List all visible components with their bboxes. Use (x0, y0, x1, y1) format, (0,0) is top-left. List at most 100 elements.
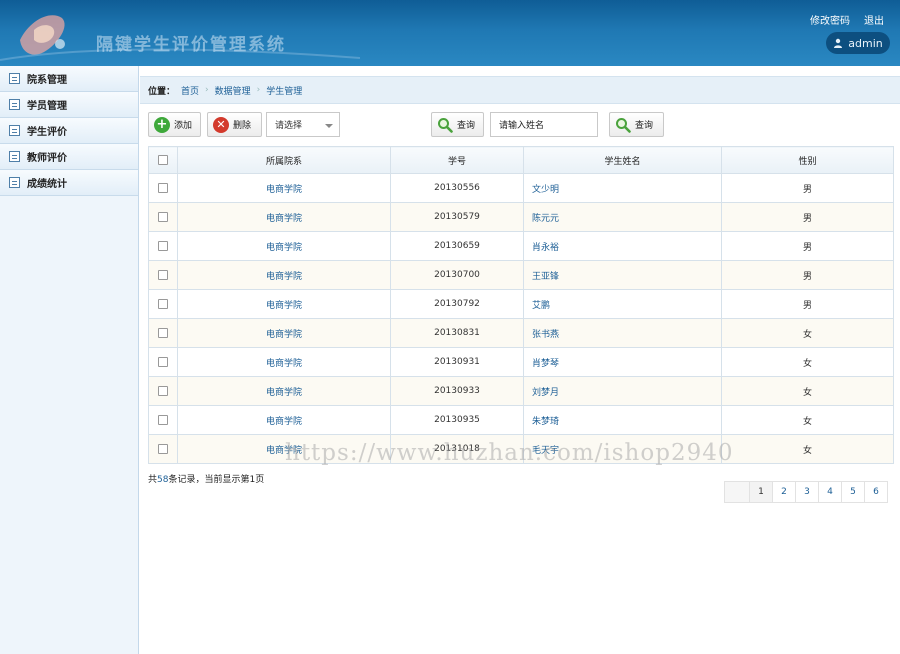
breadcrumb-student-management[interactable]: 学生管理 (266, 84, 302, 97)
cell-student-id: 20130831 (390, 318, 524, 348)
query-button-label: 查询 (457, 121, 476, 131)
cell-student-name[interactable]: 肖永裕 (523, 231, 722, 261)
row-checkbox-cell (148, 434, 178, 464)
cell-department[interactable]: 电商学院 (177, 173, 391, 203)
sidebar-item-department[interactable]: 院系管理 (0, 66, 138, 92)
breadcrumb-data-management[interactable]: 数据管理 (215, 84, 251, 97)
row-checkbox[interactable] (158, 327, 168, 338)
cell-student-name[interactable]: 刘梦月 (523, 376, 722, 406)
row-checkbox[interactable] (158, 414, 168, 425)
cell-gender: 女 (721, 347, 894, 377)
pager-page-4[interactable]: 4 (818, 481, 842, 503)
dropdown-caret-icon (325, 124, 333, 128)
sidebar-item-score-statistics[interactable]: 成绩统计 (0, 170, 138, 196)
row-checkbox[interactable] (158, 211, 168, 222)
cell-department[interactable]: 电商学院 (177, 347, 391, 377)
sidebar-item-student-evaluation[interactable]: 学生评价 (0, 118, 138, 144)
name-search-input[interactable] (490, 112, 598, 137)
row-checkbox[interactable] (158, 298, 168, 309)
table-row: 电商学院 20130659 肖永裕 男 (148, 231, 894, 261)
cell-student-name[interactable]: 肖梦琴 (523, 347, 722, 377)
pager-page-3[interactable]: 3 (795, 481, 819, 503)
add-button[interactable]: + 添加 (148, 112, 201, 137)
cell-student-name[interactable]: 张书燕 (523, 318, 722, 348)
pager-prev[interactable] (724, 481, 750, 503)
column-header-student-id[interactable]: 学号 (390, 146, 524, 174)
record-summary: 共58条记录，当前显示第1页 (148, 472, 264, 485)
row-checkbox[interactable] (158, 182, 168, 193)
cell-gender: 男 (721, 202, 894, 232)
cell-student-id: 20130931 (390, 347, 524, 377)
toolbar: + 添加 ✕ 删除 请选择 查询 查询 (148, 112, 892, 138)
row-checkbox[interactable] (158, 443, 168, 454)
cell-student-name[interactable]: 陈元元 (523, 202, 722, 232)
pager-page-1[interactable]: 1 (749, 481, 773, 503)
sidebar: 院系管理 学员管理 学生评价 教师评价 成绩统计 (0, 66, 139, 654)
delete-button[interactable]: ✕ 删除 (207, 112, 262, 137)
app-header: 隔键学生评价管理系统 修改密码 退出 admin (0, 0, 900, 66)
department-select[interactable]: 请选择 (266, 112, 340, 137)
cell-department[interactable]: 电商学院 (177, 405, 391, 435)
column-header-student-name[interactable]: 学生姓名 (523, 146, 722, 174)
cell-gender: 男 (721, 231, 894, 261)
row-checkbox-cell (148, 231, 178, 261)
pager-page-2[interactable]: 2 (772, 481, 796, 503)
pagination: 1 2 3 4 5 6 (724, 481, 888, 503)
cell-gender: 女 (721, 318, 894, 348)
cell-department[interactable]: 电商学院 (177, 260, 391, 290)
menu-list-icon (9, 99, 20, 110)
row-checkbox-cell (148, 202, 178, 232)
cell-department[interactable]: 电商学院 (177, 376, 391, 406)
cell-gender: 男 (721, 289, 894, 319)
sidebar-item-students[interactable]: 学员管理 (0, 92, 138, 118)
row-checkbox[interactable] (158, 269, 168, 280)
cell-department[interactable]: 电商学院 (177, 202, 391, 232)
cell-student-name[interactable]: 朱梦琦 (523, 405, 722, 435)
sidebar-item-teacher-evaluation[interactable]: 教师评价 (0, 144, 138, 170)
row-checkbox-cell (148, 289, 178, 319)
breadcrumb-home[interactable]: 首页 (181, 84, 199, 97)
row-checkbox-cell (148, 318, 178, 348)
row-checkbox[interactable] (158, 356, 168, 367)
table-row: 电商学院 20130792 艾鹏 男 (148, 289, 894, 319)
row-checkbox-cell (148, 260, 178, 290)
user-badge[interactable]: admin (826, 32, 890, 54)
row-checkbox[interactable] (158, 240, 168, 251)
department-select-value: 请选择 (275, 121, 303, 131)
cell-department[interactable]: 电商学院 (177, 318, 391, 348)
cell-department[interactable]: 电商学院 (177, 289, 391, 319)
logout-link[interactable]: 退出 (864, 12, 884, 27)
select-all-checkbox[interactable] (158, 154, 168, 165)
column-header-gender[interactable]: 性别 (721, 146, 894, 174)
cell-gender: 女 (721, 434, 894, 464)
sidebar-item-label: 学员管理 (27, 101, 67, 112)
menu-list-icon (9, 73, 20, 84)
cell-department[interactable]: 电商学院 (177, 231, 391, 261)
watermark-text: https://www.huzhan.com/ishop2940 (285, 440, 734, 466)
breadcrumb-separator: › (256, 85, 261, 95)
plus-circle-icon: + (154, 116, 170, 133)
cell-student-name[interactable]: 王亚锋 (523, 260, 722, 290)
pager-page-6[interactable]: 6 (864, 481, 888, 503)
table-row: 电商学院 20130933 刘梦月 女 (148, 376, 894, 406)
cell-student-name[interactable]: 文少明 (523, 173, 722, 203)
table-row: 电商学院 20130556 文少明 男 (148, 173, 894, 203)
table-row: 电商学院 20130931 肖梦琴 女 (148, 347, 894, 377)
column-header-department[interactable]: 所属院系 (177, 146, 391, 174)
select-all-cell (148, 146, 178, 174)
pager-page-5[interactable]: 5 (841, 481, 865, 503)
table-row: 电商学院 20130579 陈元元 男 (148, 202, 894, 232)
change-password-link[interactable]: 修改密码 (810, 12, 850, 27)
breadcrumb: 位置： 首页 › 数据管理 › 学生管理 (140, 76, 900, 104)
row-checkbox[interactable] (158, 385, 168, 396)
row-checkbox-cell (148, 376, 178, 406)
row-checkbox-cell (148, 405, 178, 435)
cell-student-name[interactable]: 艾鹏 (523, 289, 722, 319)
cell-gender: 男 (721, 260, 894, 290)
main-content: 位置： 首页 › 数据管理 › 学生管理 + 添加 ✕ 删除 请选择 查询 请输… (140, 66, 900, 654)
breadcrumb-separator: › (205, 85, 209, 95)
query-button[interactable]: 查询 (431, 112, 484, 137)
table-header-row: 所属院系 学号 学生姓名 性别 (148, 146, 894, 174)
sidebar-item-label: 教师评价 (27, 153, 67, 164)
name-query-button[interactable]: 查询 (609, 112, 664, 137)
